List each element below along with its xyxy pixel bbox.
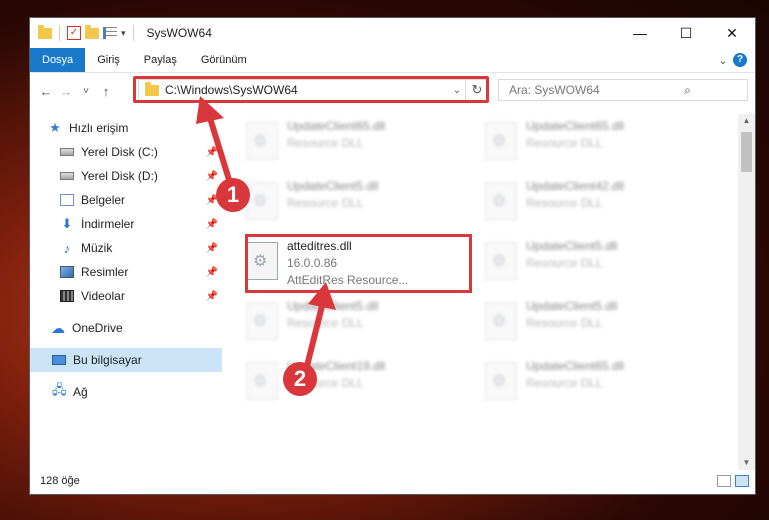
step-2-badge: 2	[283, 362, 317, 396]
arrow-1-head	[196, 96, 224, 124]
annotation-arrows	[196, 96, 336, 373]
step-1-badge: 1	[216, 178, 250, 212]
arrow-2	[303, 303, 325, 373]
arrow-1	[207, 115, 233, 186]
arrow-2-head	[308, 282, 336, 310]
